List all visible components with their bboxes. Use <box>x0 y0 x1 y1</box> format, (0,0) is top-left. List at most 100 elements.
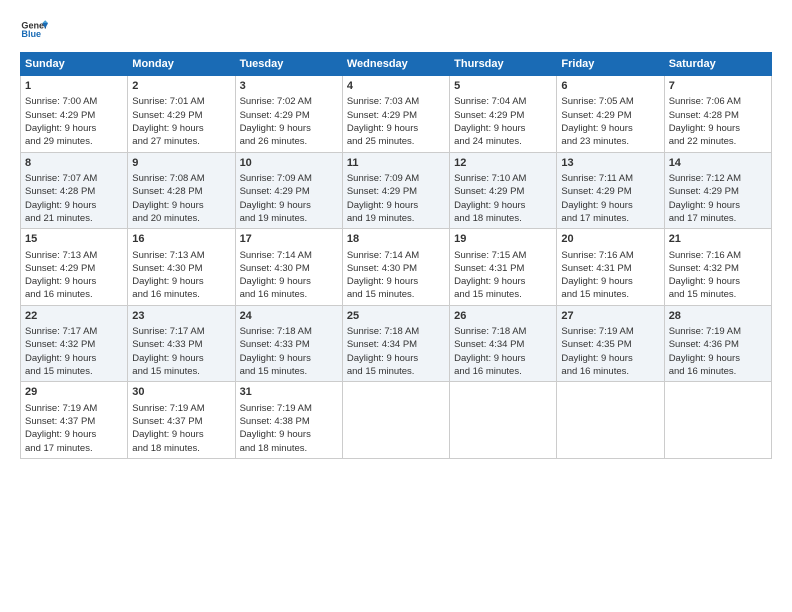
day-info-line: Sunset: 4:29 PM <box>347 185 445 198</box>
day-number: 31 <box>240 385 338 400</box>
day-info-line: and 18 minutes. <box>454 212 552 225</box>
day-info-line: and 16 minutes. <box>25 288 123 301</box>
day-info-line: and 17 minutes. <box>561 212 659 225</box>
day-number: 15 <box>25 232 123 247</box>
day-info-line: Sunset: 4:29 PM <box>561 185 659 198</box>
day-info-line: Sunset: 4:35 PM <box>561 338 659 351</box>
day-info-line: and 22 minutes. <box>669 135 767 148</box>
day-number: 5 <box>454 79 552 94</box>
calendar-cell: 30Sunrise: 7:19 AMSunset: 4:37 PMDayligh… <box>128 382 235 459</box>
day-info-line: Daylight: 9 hours <box>132 122 230 135</box>
day-number: 30 <box>132 385 230 400</box>
day-info-line: Sunset: 4:29 PM <box>347 109 445 122</box>
day-info-line: Sunrise: 7:14 AM <box>240 249 338 262</box>
calendar-header-saturday: Saturday <box>664 53 771 76</box>
day-info-line: Sunrise: 7:18 AM <box>240 325 338 338</box>
day-info-line: Sunrise: 7:05 AM <box>561 95 659 108</box>
day-info-line: Daylight: 9 hours <box>561 352 659 365</box>
day-info-line: Sunrise: 7:09 AM <box>347 172 445 185</box>
day-info-line: Daylight: 9 hours <box>240 122 338 135</box>
day-info-line: Sunset: 4:29 PM <box>669 185 767 198</box>
day-number: 3 <box>240 79 338 94</box>
day-info-line: Sunrise: 7:19 AM <box>25 402 123 415</box>
calendar-cell: 14Sunrise: 7:12 AMSunset: 4:29 PMDayligh… <box>664 152 771 229</box>
day-info-line: Daylight: 9 hours <box>669 199 767 212</box>
day-info-line: Sunrise: 7:15 AM <box>454 249 552 262</box>
day-info-line: Sunrise: 7:17 AM <box>132 325 230 338</box>
day-info-line: and 15 minutes. <box>240 365 338 378</box>
day-info-line: Sunrise: 7:16 AM <box>561 249 659 262</box>
day-info-line: Sunrise: 7:07 AM <box>25 172 123 185</box>
day-number: 11 <box>347 156 445 171</box>
day-info-line: and 27 minutes. <box>132 135 230 148</box>
day-info-line: Sunrise: 7:13 AM <box>25 249 123 262</box>
day-info-line: Daylight: 9 hours <box>25 352 123 365</box>
day-number: 6 <box>561 79 659 94</box>
calendar-cell <box>664 382 771 459</box>
day-info-line: Daylight: 9 hours <box>132 275 230 288</box>
calendar-header-wednesday: Wednesday <box>342 53 449 76</box>
day-info-line: Sunrise: 7:09 AM <box>240 172 338 185</box>
day-number: 2 <box>132 79 230 94</box>
day-info-line: Sunrise: 7:18 AM <box>347 325 445 338</box>
day-info-line: Sunset: 4:36 PM <box>669 338 767 351</box>
day-info-line: Daylight: 9 hours <box>347 352 445 365</box>
day-info-line: Sunrise: 7:06 AM <box>669 95 767 108</box>
day-number: 16 <box>132 232 230 247</box>
day-info-line: and 19 minutes. <box>240 212 338 225</box>
day-info-line: Daylight: 9 hours <box>25 122 123 135</box>
day-info-line: Sunrise: 7:12 AM <box>669 172 767 185</box>
day-info-line: Sunset: 4:34 PM <box>454 338 552 351</box>
day-info-line: Daylight: 9 hours <box>669 352 767 365</box>
calendar-cell: 24Sunrise: 7:18 AMSunset: 4:33 PMDayligh… <box>235 305 342 382</box>
calendar-header-monday: Monday <box>128 53 235 76</box>
calendar-cell: 2Sunrise: 7:01 AMSunset: 4:29 PMDaylight… <box>128 76 235 153</box>
day-info-line: and 15 minutes. <box>454 288 552 301</box>
day-info-line: Daylight: 9 hours <box>240 352 338 365</box>
day-info-line: Sunrise: 7:13 AM <box>132 249 230 262</box>
day-info-line: Sunset: 4:28 PM <box>132 185 230 198</box>
calendar-cell: 17Sunrise: 7:14 AMSunset: 4:30 PMDayligh… <box>235 229 342 306</box>
day-info-line: Sunrise: 7:04 AM <box>454 95 552 108</box>
day-info-line: Sunrise: 7:17 AM <box>25 325 123 338</box>
day-info-line: and 18 minutes. <box>132 442 230 455</box>
calendar-cell: 20Sunrise: 7:16 AMSunset: 4:31 PMDayligh… <box>557 229 664 306</box>
day-info-line: and 17 minutes. <box>669 212 767 225</box>
calendar-cell: 11Sunrise: 7:09 AMSunset: 4:29 PMDayligh… <box>342 152 449 229</box>
day-info-line: Daylight: 9 hours <box>240 428 338 441</box>
day-info-line: Sunrise: 7:02 AM <box>240 95 338 108</box>
day-info-line: Sunrise: 7:11 AM <box>561 172 659 185</box>
calendar-cell: 21Sunrise: 7:16 AMSunset: 4:32 PMDayligh… <box>664 229 771 306</box>
day-info-line: Daylight: 9 hours <box>347 275 445 288</box>
calendar-table: SundayMondayTuesdayWednesdayThursdayFrid… <box>20 52 772 459</box>
calendar-cell: 8Sunrise: 7:07 AMSunset: 4:28 PMDaylight… <box>21 152 128 229</box>
calendar-cell: 10Sunrise: 7:09 AMSunset: 4:29 PMDayligh… <box>235 152 342 229</box>
day-info-line: Sunset: 4:37 PM <box>25 415 123 428</box>
day-info-line: Sunset: 4:29 PM <box>561 109 659 122</box>
day-number: 20 <box>561 232 659 247</box>
day-info-line: Sunset: 4:31 PM <box>561 262 659 275</box>
day-info-line: Daylight: 9 hours <box>454 199 552 212</box>
day-info-line: and 16 minutes. <box>561 365 659 378</box>
day-info-line: Sunset: 4:28 PM <box>25 185 123 198</box>
calendar-cell <box>342 382 449 459</box>
day-info-line: and 26 minutes. <box>240 135 338 148</box>
calendar-cell: 3Sunrise: 7:02 AMSunset: 4:29 PMDaylight… <box>235 76 342 153</box>
day-number: 29 <box>25 385 123 400</box>
calendar-cell: 13Sunrise: 7:11 AMSunset: 4:29 PMDayligh… <box>557 152 664 229</box>
day-number: 19 <box>454 232 552 247</box>
day-info-line: Daylight: 9 hours <box>132 428 230 441</box>
day-info-line: Sunset: 4:32 PM <box>669 262 767 275</box>
day-info-line: Sunrise: 7:19 AM <box>240 402 338 415</box>
calendar-cell: 28Sunrise: 7:19 AMSunset: 4:36 PMDayligh… <box>664 305 771 382</box>
calendar-cell: 7Sunrise: 7:06 AMSunset: 4:28 PMDaylight… <box>664 76 771 153</box>
day-info-line: and 29 minutes. <box>25 135 123 148</box>
day-info-line: Sunrise: 7:03 AM <box>347 95 445 108</box>
day-number: 10 <box>240 156 338 171</box>
day-number: 8 <box>25 156 123 171</box>
day-info-line: Daylight: 9 hours <box>454 275 552 288</box>
day-info-line: Sunset: 4:29 PM <box>240 109 338 122</box>
day-info-line: Sunset: 4:30 PM <box>347 262 445 275</box>
day-info-line: Daylight: 9 hours <box>669 122 767 135</box>
day-info-line: and 15 minutes. <box>347 365 445 378</box>
